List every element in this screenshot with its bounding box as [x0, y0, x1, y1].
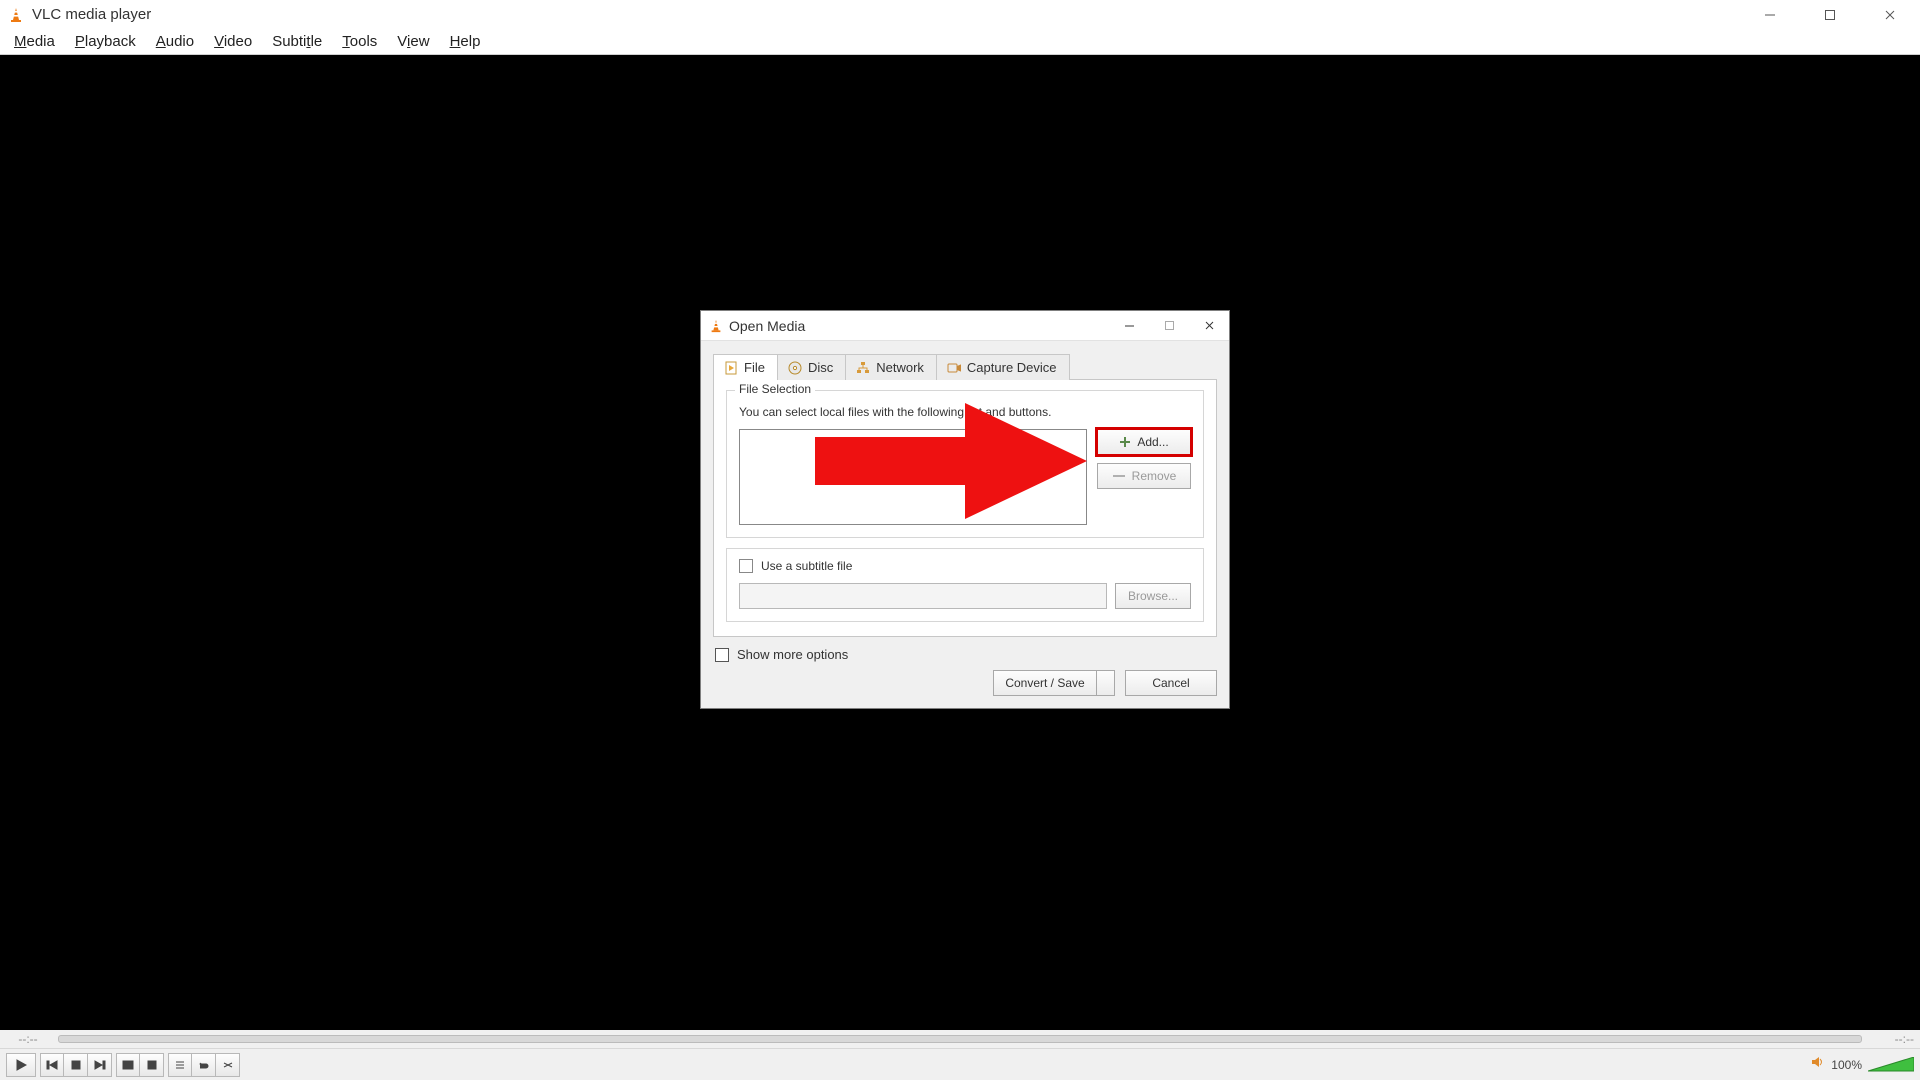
ext-settings-button[interactable]	[140, 1053, 164, 1077]
volume-slider[interactable]	[1868, 1057, 1914, 1073]
capture-icon	[947, 361, 961, 375]
subtitle-checkbox[interactable]	[739, 559, 753, 573]
dialog-titlebar: Open Media	[701, 311, 1229, 341]
disc-icon	[788, 361, 802, 375]
show-more-checkbox[interactable]	[715, 648, 729, 662]
convert-save-split: Convert / Save	[993, 670, 1115, 696]
dialog-maximize-button	[1149, 311, 1189, 341]
dialog-close-button[interactable]	[1189, 311, 1229, 341]
cancel-button[interactable]: Cancel	[1125, 670, 1217, 696]
file-list[interactable]	[739, 429, 1087, 525]
volume-area: 100%	[1811, 1055, 1914, 1074]
add-button[interactable]: Add...	[1097, 429, 1191, 455]
browse-button[interactable]: Browse...	[1115, 583, 1191, 609]
menu-video[interactable]: Video	[204, 31, 262, 52]
file-icon	[724, 361, 738, 375]
menu-tools[interactable]: Tools	[332, 31, 387, 52]
menu-audio[interactable]: Audio	[146, 31, 204, 52]
tab-disc[interactable]: Disc	[777, 354, 846, 380]
tab-panel-file: File Selection You can select local file…	[713, 380, 1217, 637]
menu-playback[interactable]: Playback	[65, 31, 146, 52]
maximize-button[interactable]	[1800, 0, 1860, 29]
tab-capture[interactable]: Capture Device	[936, 354, 1070, 380]
next-button[interactable]	[88, 1053, 112, 1077]
remove-button[interactable]: Remove	[1097, 463, 1191, 489]
controls-row: 100%	[0, 1048, 1920, 1080]
loop-button[interactable]	[192, 1053, 216, 1077]
show-more-label: Show more options	[737, 647, 848, 662]
menubar: Media Playback Audio Video Subtitle Tool…	[0, 29, 1920, 55]
subtitle-label: Use a subtitle file	[761, 559, 852, 573]
plus-icon	[1119, 436, 1131, 448]
vlc-cone-icon	[709, 319, 723, 333]
main-title: VLC media player	[32, 6, 151, 23]
file-selection-title: File Selection	[735, 382, 815, 396]
convert-save-button[interactable]: Convert / Save	[993, 670, 1097, 696]
menu-view[interactable]: View	[387, 31, 439, 52]
tab-file[interactable]: File	[713, 354, 778, 380]
dialog-tabs: File Disc Network Capture Device	[713, 353, 1217, 380]
seek-row: --:-- --:--	[0, 1030, 1920, 1048]
window-controls	[1740, 0, 1920, 29]
prev-button[interactable]	[40, 1053, 64, 1077]
minimize-button[interactable]	[1740, 0, 1800, 29]
subtitle-path-input	[739, 583, 1107, 609]
time-elapsed: --:--	[6, 1032, 50, 1046]
minus-icon	[1112, 470, 1126, 482]
tab-network[interactable]: Network	[845, 354, 937, 380]
open-media-dialog: Open Media File Disc Network Captur	[700, 310, 1230, 709]
dialog-minimize-button[interactable]	[1109, 311, 1149, 341]
fullscreen-button[interactable]	[116, 1053, 140, 1077]
stop-button[interactable]	[64, 1053, 88, 1077]
convert-save-dropdown[interactable]	[1097, 670, 1115, 696]
file-selection-group: File Selection You can select local file…	[726, 390, 1204, 538]
playlist-button[interactable]	[168, 1053, 192, 1077]
menu-help[interactable]: Help	[440, 31, 491, 52]
play-button[interactable]	[6, 1053, 36, 1077]
volume-percent: 100%	[1831, 1058, 1862, 1072]
shuffle-button[interactable]	[216, 1053, 240, 1077]
vlc-cone-icon	[8, 7, 24, 23]
main-titlebar: VLC media player	[0, 0, 1920, 29]
show-more-row: Show more options	[715, 647, 1217, 662]
subtitle-group: Use a subtitle file Browse...	[726, 548, 1204, 622]
menu-subtitle[interactable]: Subtitle	[262, 31, 332, 52]
network-icon	[856, 361, 870, 375]
dialog-title: Open Media	[729, 318, 805, 334]
time-total: --:--	[1870, 1032, 1914, 1046]
menu-media[interactable]: Media	[4, 31, 65, 52]
file-selection-desc: You can select local files with the foll…	[739, 405, 1191, 419]
close-button[interactable]	[1860, 0, 1920, 29]
speaker-icon[interactable]	[1811, 1055, 1825, 1074]
dialog-button-row: Convert / Save Cancel	[713, 670, 1217, 696]
seek-slider[interactable]	[58, 1035, 1862, 1043]
